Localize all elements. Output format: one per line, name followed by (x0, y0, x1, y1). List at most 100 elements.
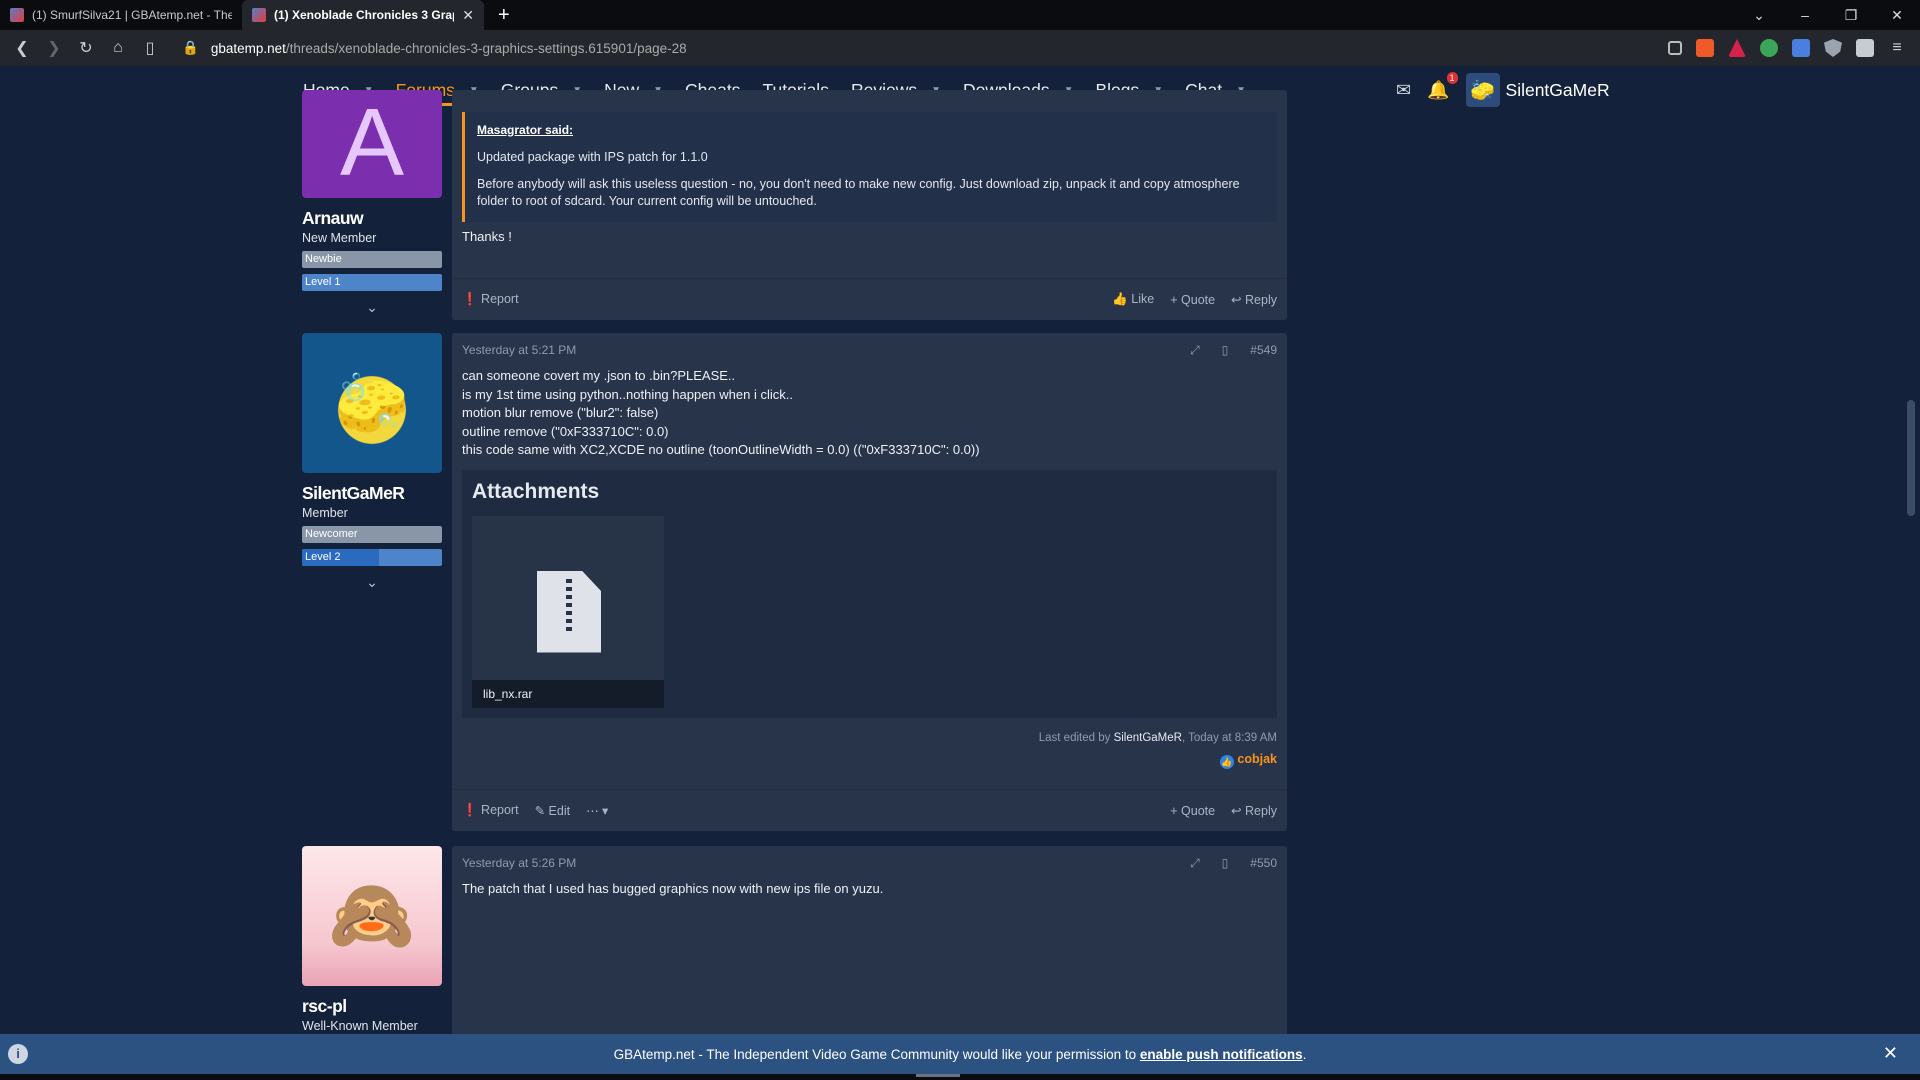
post-footer: ❗ Report 👍 Like + Quote ↩ Reply (452, 278, 1287, 320)
zip-file-icon (537, 570, 601, 653)
like-button[interactable]: 👍 Like (1112, 292, 1154, 307)
reactions: 👍 cobjak (452, 744, 1287, 769)
report-label: Report (481, 803, 519, 817)
rank-badge: Newbie (302, 251, 442, 268)
report-button[interactable]: ❗ Report (462, 292, 519, 307)
account-menu[interactable]: 🧽 SilentGaMeR (1465, 73, 1610, 107)
post-body: can someone covert my .json to .bin?PLEA… (452, 367, 1287, 460)
reload-icon[interactable]: ↻ (70, 38, 102, 58)
reaction-user[interactable]: cobjak (1237, 752, 1277, 766)
gbatemp-favicon-icon (252, 8, 266, 22)
minimize-button[interactable]: – (1782, 0, 1828, 30)
quote-button[interactable]: + Quote (1170, 804, 1215, 818)
address-toolbar: ❮ ❯ ↻ ⌂ ▯ 🔒 gbatemp.net/threads/xenoblad… (0, 30, 1920, 66)
new-tab-button[interactable]: + (484, 4, 524, 27)
bookmark-icon[interactable]: ▯ (1222, 343, 1229, 357)
edited-time: , Today at 8:39 AM (1181, 731, 1277, 744)
quote-text: Before anybody will ask this useless que… (477, 177, 1240, 208)
notification-end: . (1302, 1046, 1307, 1062)
post-text: Thanks ! (462, 229, 512, 244)
chevron-down-icon[interactable]: ⌄ (302, 299, 442, 316)
quote-text: Updated package with IPS patch for 1.1.0 (477, 150, 708, 164)
download-icon[interactable] (1668, 41, 1682, 55)
avatar[interactable]: 🙈 (302, 846, 442, 986)
more-options-button[interactable]: ⋯ ▾ (586, 803, 608, 818)
post-number[interactable]: #550 (1250, 856, 1277, 870)
brave-rewards-icon[interactable] (1728, 39, 1746, 57)
reply-label: Reply (1245, 804, 1277, 818)
edit-button[interactable]: ✎ Edit (535, 803, 571, 818)
post-user-info: 🧽 SilentGaMeR Member Newcomer Level 2 ⌄ (302, 333, 442, 591)
avatar-letter: A (339, 89, 405, 196)
post-user-info: A Arnauw New Member Newbie Level 1 ⌄ (302, 89, 442, 316)
chevron-down-icon[interactable]: ⌄ (302, 574, 442, 591)
close-window-button[interactable]: ✕ (1874, 0, 1920, 30)
avatar[interactable]: A (302, 89, 442, 198)
level-badge: Level 2 (302, 549, 442, 566)
post-line: outline remove ("0xF333710C": 0.0) (462, 423, 669, 439)
username[interactable]: SilentGaMeR (302, 483, 442, 504)
info-icon: i (8, 1044, 28, 1064)
post: Masagrator said: Updated package with IP… (452, 90, 1287, 320)
post-number[interactable]: #549 (1250, 343, 1277, 357)
reply-button[interactable]: ↩ Reply (1231, 803, 1277, 818)
page-scrollbar[interactable] (1902, 66, 1920, 1034)
reply-button[interactable]: ↩ Reply (1231, 292, 1277, 307)
menu-icon[interactable]: ≡ (1888, 39, 1906, 57)
envelope-icon[interactable]: ✉ (1396, 80, 1411, 101)
report-button[interactable]: ❗ Report (462, 803, 519, 818)
close-tab-icon[interactable]: ✕ (462, 7, 474, 24)
post-time[interactable]: Yesterday at 5:21 PM (462, 343, 576, 357)
post-time[interactable]: Yesterday at 5:26 PM (462, 856, 576, 870)
shield-extension-icon[interactable] (1824, 39, 1842, 57)
level-label: Level 1 (305, 276, 341, 288)
user-title: Well-Known Member (302, 1019, 418, 1033)
forward-icon[interactable]: ❯ (38, 38, 70, 58)
back-icon[interactable]: ❮ (6, 38, 38, 58)
brave-shield-icon[interactable] (1696, 39, 1714, 57)
translate-icon[interactable] (1792, 39, 1810, 57)
restore-button[interactable]: ❐ (1828, 0, 1874, 30)
quote-author[interactable]: Masagrator said: (477, 122, 1265, 139)
post-line: can someone covert my .json to .bin?PLEA… (462, 368, 736, 383)
scrollbar-thumb[interactable] (1907, 400, 1915, 516)
post-text: The patch that I used has bugged graphic… (462, 881, 884, 896)
post-header: Yesterday at 5:26 PM ⤢ ▯ #550 (452, 846, 1287, 880)
enable-push-link[interactable]: enable push notifications (1140, 1047, 1303, 1062)
like-label: Like (1131, 292, 1155, 306)
share-icon[interactable]: ⤢ (1190, 856, 1200, 871)
attachment-file[interactable]: lib_nx.rar (472, 515, 664, 708)
bookmark-icon[interactable]: ▯ (134, 38, 166, 58)
bell-icon[interactable]: 🔔 1 (1427, 71, 1458, 101)
tab-title: (1) Xenoblade Chronicles 3 Graph (274, 8, 455, 22)
extension-globe-icon[interactable] (1760, 39, 1778, 57)
quote-block: Masagrator said: Updated package with IP… (462, 112, 1277, 222)
url-field[interactable]: 🔒 gbatemp.net/threads/xenoblade-chronicl… (182, 40, 1668, 56)
level-label: Level 2 (305, 551, 341, 563)
reply-label: Reply (1245, 293, 1277, 307)
share-icon[interactable]: ⤢ (1190, 343, 1200, 358)
browser-tabbar: (1) SmurfSilva21 | GBAtemp.net - The I (… (0, 0, 1920, 30)
extensions-puzzle-icon[interactable] (1856, 39, 1874, 57)
quote-button[interactable]: + Quote (1170, 293, 1215, 307)
edited-by-user[interactable]: SilentGaMeR (1114, 732, 1182, 744)
username[interactable]: rsc-pl (302, 996, 442, 1017)
avatar: 🧽 (1465, 73, 1500, 107)
browser-tab-active[interactable]: (1) Xenoblade Chronicles 3 Graph ✕ (242, 0, 484, 30)
attachment-filename[interactable]: lib_nx.rar (472, 679, 664, 708)
thread-content: A Arnauw New Member Newbie Level 1 ⌄ Mas… (0, 89, 1902, 1046)
avatar[interactable]: 🧽 (302, 333, 442, 473)
browser-tab[interactable]: (1) SmurfSilva21 | GBAtemp.net - The I (0, 0, 242, 30)
user-title: New Member (302, 231, 377, 245)
post-line: is my 1st time using python..nothing hap… (462, 386, 793, 402)
level-badge: Level 1 (302, 274, 442, 291)
bookmark-icon[interactable]: ▯ (1222, 856, 1229, 870)
username[interactable]: Arnauw (302, 208, 442, 229)
url-host: gbatemp.net (210, 40, 286, 56)
close-icon[interactable]: ✕ (1883, 1043, 1898, 1064)
post-footer: ❗ Report ✎ Edit ⋯ ▾ + Quote ↩ Reply (452, 789, 1287, 831)
user-title: Member (302, 506, 348, 520)
tab-search-icon[interactable]: ⌄ (1736, 0, 1782, 30)
home-icon[interactable]: ⌂ (102, 39, 134, 57)
post-line: this code same with XC2,XCDE no outline … (462, 442, 980, 457)
